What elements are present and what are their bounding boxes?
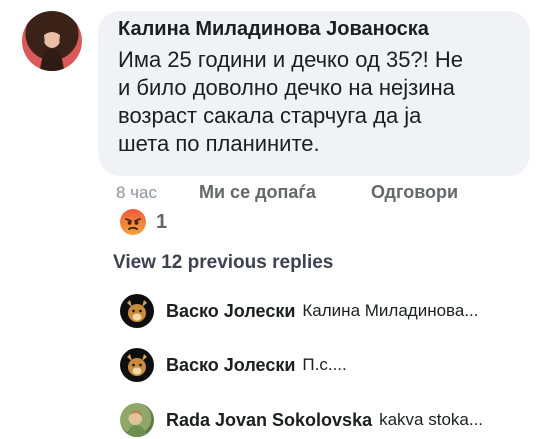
reply-avatar[interactable]: [120, 348, 154, 382]
reaction-count: 1: [156, 210, 168, 233]
reply-author-name[interactable]: Васко Јолески: [166, 301, 295, 322]
comment-author-name[interactable]: Калина Миладинова Јованоска: [118, 18, 429, 41]
angry-reaction-icon: [120, 209, 146, 235]
reaction-summary[interactable]: 1: [120, 209, 167, 235]
reply-author-name[interactable]: Васко Јолески: [166, 355, 295, 376]
reply-avatar[interactable]: [120, 294, 154, 328]
comment-text: Има 25 години и дечко од 35?! Не и било …: [118, 47, 464, 156]
reply-button[interactable]: Одговори: [371, 182, 458, 203]
like-button[interactable]: Ми се допаѓа: [199, 182, 316, 203]
reply-text: Калина Миладинова...: [302, 301, 479, 320]
reply-item[interactable]: Rada Jovan Sokolovska kakva stoka...: [120, 403, 483, 437]
commenter-avatar[interactable]: [22, 11, 82, 71]
reply-item[interactable]: Васко Јолески Калина Миладинова...: [120, 294, 479, 328]
reply-text: П.с....: [302, 355, 347, 374]
reply-author-name[interactable]: Rada Jovan Sokolovska: [166, 410, 372, 431]
comment-timestamp[interactable]: 8 час: [116, 183, 157, 203]
reply-item[interactable]: Васко Јолески П.с....: [120, 348, 347, 382]
comment-thread: Калина Миладинова Јованоска Има 25 годин…: [0, 0, 552, 439]
reply-text: kakva stoka...: [379, 410, 484, 429]
reply-avatar[interactable]: [120, 403, 154, 437]
view-previous-replies-link[interactable]: View 12 previous replies: [113, 252, 333, 274]
